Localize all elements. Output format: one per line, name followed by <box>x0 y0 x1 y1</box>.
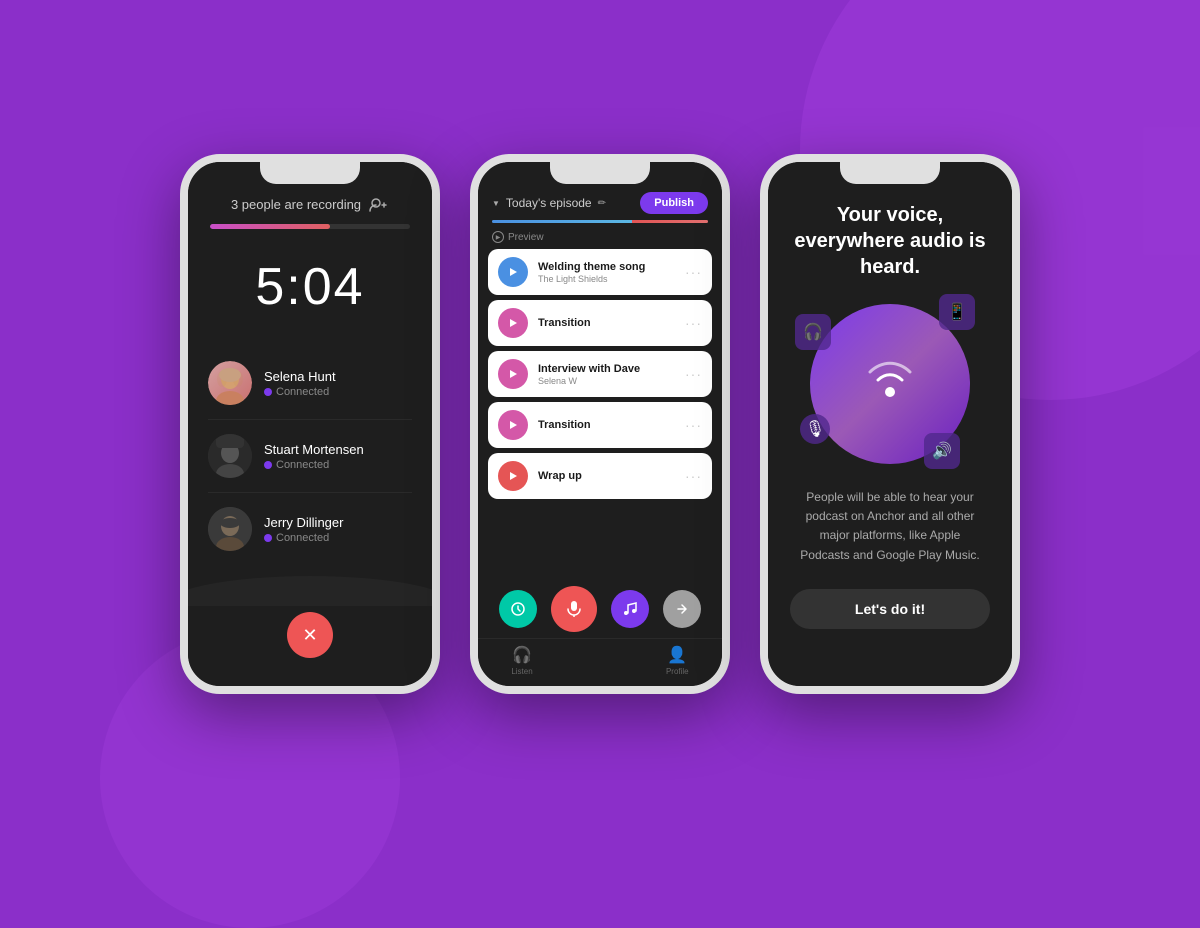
recording-progress-bar <box>210 224 410 229</box>
status-dot-jerry <box>264 534 272 542</box>
teal-action-button[interactable] <box>499 590 537 628</box>
episode-bar-blue <box>492 220 632 223</box>
track-info-0: Welding theme song The Light Shields <box>538 261 675 284</box>
track-name-4: Wrap up <box>538 470 675 482</box>
add-person-icon <box>369 198 389 212</box>
participant-status-stuart: Connected <box>264 459 412 471</box>
track-info-3: Transition <box>538 419 675 432</box>
track-more-2[interactable]: ··· <box>685 366 702 382</box>
end-call-button[interactable]: ✕ <box>287 612 333 658</box>
track-more-3[interactable]: ··· <box>685 417 702 433</box>
track-item-4: Wrap up ··· <box>488 453 712 499</box>
nav-item-listen[interactable]: 🎧 Listen <box>511 645 532 676</box>
episode-label: Today's episode <box>506 196 592 210</box>
track-name-0: Welding theme song <box>538 261 675 273</box>
episode-progress-bar <box>492 220 708 223</box>
chevron-down-icon: ▼ <box>492 199 500 208</box>
track-play-button-2[interactable] <box>498 359 528 389</box>
track-more-4[interactable]: ··· <box>685 468 702 484</box>
track-play-button-1[interactable] <box>498 308 528 338</box>
phone-2-notch <box>550 162 650 184</box>
track-item-2: Interview with Dave Selena W ··· <box>488 351 712 397</box>
device-phone-icon: 📱 <box>939 294 975 330</box>
participant-info-jerry: Jerry Dillinger Connected <box>264 515 412 544</box>
episode-header: ▼ Today's episode ✏ Publish <box>478 192 722 214</box>
timer-display: 5:04 <box>255 257 364 317</box>
publish-button[interactable]: Publish <box>640 192 708 214</box>
status-dot-selena <box>264 388 272 396</box>
track-subtitle-0: The Light Shields <box>538 274 675 284</box>
bottom-nav: 🎧 Listen 👤 Profile <box>478 638 722 686</box>
participants-list: Selena Hunt Connected <box>188 347 432 565</box>
track-subtitle-2: Selena W <box>538 376 675 386</box>
lets-do-it-button[interactable]: Let's do it! <box>790 589 990 629</box>
avatar-selena <box>208 361 252 405</box>
nav-item-profile[interactable]: 👤 Profile <box>666 645 689 676</box>
track-item-1: Transition ··· <box>488 300 712 346</box>
phone-1-notch <box>260 162 360 184</box>
phone-3-content: Your voice, everywhere audio is heard. 📱… <box>768 162 1012 686</box>
track-name-2: Interview with Dave <box>538 363 675 375</box>
track-more-1[interactable]: ··· <box>685 315 702 331</box>
episode-bar-red <box>632 220 708 223</box>
track-info-4: Wrap up <box>538 470 675 483</box>
episode-title-row: ▼ Today's episode ✏ <box>492 196 606 210</box>
phone-1-content: 3 people are recording 5:04 <box>188 162 432 686</box>
preview-play-icon[interactable]: ▶ <box>492 231 504 243</box>
onboarding-description: People will be able to hear your podcast… <box>768 488 1012 565</box>
mic-button[interactable] <box>551 586 597 632</box>
progress-bar-fill <box>210 224 330 229</box>
phones-container: 3 people are recording 5:04 <box>180 154 1020 694</box>
participant-status-selena: Connected <box>264 386 412 398</box>
track-list: Welding theme song The Light Shields ···… <box>478 249 722 576</box>
participant-status-jerry: Connected <box>264 532 412 544</box>
tagline: Your voice, everywhere audio is heard. <box>768 202 1012 280</box>
music-action-button[interactable] <box>611 590 649 628</box>
participant-item-stuart: Stuart Mortensen Connected <box>208 420 412 493</box>
device-speaker-icon: 🔊 <box>924 433 960 469</box>
bottom-actions <box>478 576 722 638</box>
headphones-icon: 🎧 <box>512 645 532 665</box>
track-item-3: Transition ··· <box>488 402 712 448</box>
participant-item-selena: Selena Hunt Connected <box>208 347 412 420</box>
phone-1: 3 people are recording 5:04 <box>180 154 440 694</box>
participant-name-selena: Selena Hunt <box>264 369 412 384</box>
track-more-0[interactable]: ··· <box>685 264 702 280</box>
phone-2: ▼ Today's episode ✏ Publish ▶ Preview <box>470 154 730 694</box>
participant-name-stuart: Stuart Mortensen <box>264 442 412 457</box>
phone-2-content: ▼ Today's episode ✏ Publish ▶ Preview <box>478 162 722 686</box>
preview-label: ▶ Preview <box>478 231 722 249</box>
participant-info-selena: Selena Hunt Connected <box>264 369 412 398</box>
recording-header: 3 people are recording <box>231 197 389 212</box>
track-play-button-0[interactable] <box>498 257 528 287</box>
avatar-stuart <box>208 434 252 478</box>
arrow-action-button[interactable] <box>663 590 701 628</box>
track-play-button-3[interactable] <box>498 410 528 440</box>
phone-3-notch <box>840 162 940 184</box>
status-dot-stuart <box>264 461 272 469</box>
illustration-circle: 📱 🎧 🔊 🎙 <box>810 304 970 464</box>
track-name-3: Transition <box>538 419 675 431</box>
nav-profile-label: Profile <box>666 667 689 676</box>
track-play-button-4[interactable] <box>498 461 528 491</box>
participant-info-stuart: Stuart Mortensen Connected <box>264 442 412 471</box>
participant-item-jerry: Jerry Dillinger Connected <box>208 493 412 565</box>
track-name-1: Transition <box>538 317 675 329</box>
profile-icon: 👤 <box>667 645 687 665</box>
recording-title: 3 people are recording <box>231 197 361 212</box>
device-headphone-icon: 🎧 <box>795 314 831 350</box>
broadcast-icon <box>860 354 920 414</box>
track-info-2: Interview with Dave Selena W <box>538 363 675 386</box>
track-item-0: Welding theme song The Light Shields ··· <box>488 249 712 295</box>
participant-name-jerry: Jerry Dillinger <box>264 515 412 530</box>
edit-icon[interactable]: ✏ <box>598 198 606 209</box>
track-info-1: Transition <box>538 317 675 330</box>
device-extra-icon: 🎙 <box>800 414 830 444</box>
avatar-jerry <box>208 507 252 551</box>
phone-3: Your voice, everywhere audio is heard. 📱… <box>760 154 1020 694</box>
nav-listen-label: Listen <box>511 667 532 676</box>
